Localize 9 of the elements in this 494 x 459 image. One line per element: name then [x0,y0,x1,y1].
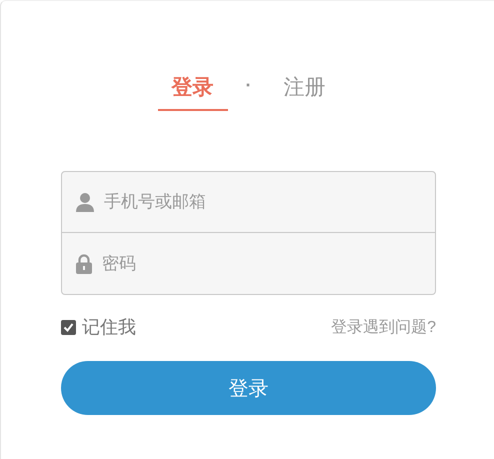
tab[interactable]: 注册 [270,67,340,111]
remember-checkbox[interactable] [61,320,76,334]
help-link[interactable]: 登录遇到问题? [331,316,436,338]
lock-icon [76,254,92,274]
user-icon [76,192,94,212]
tab[interactable]: 登录 [158,67,228,111]
remember-label: 记住我 [82,316,136,339]
login-button[interactable]: 登录 [61,361,436,415]
tab-separator: · [244,74,252,96]
